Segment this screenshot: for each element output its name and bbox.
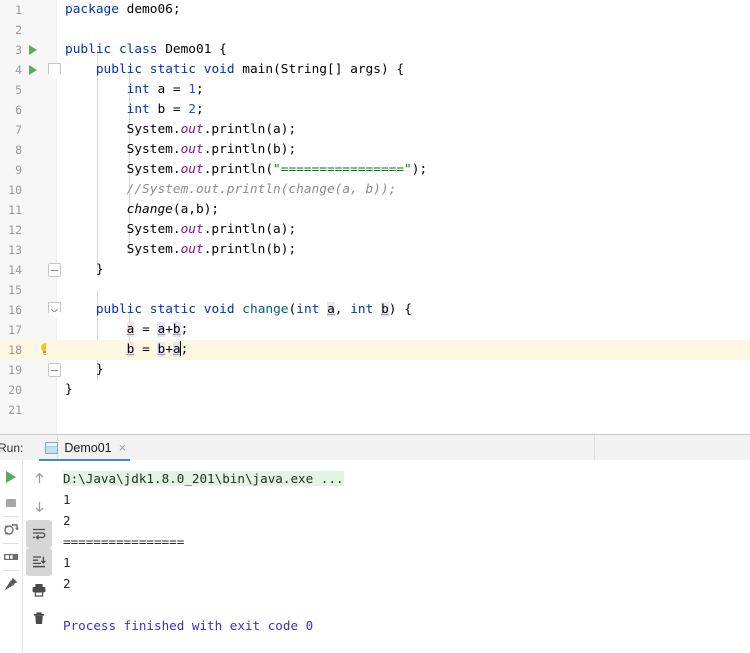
scroll-to-end-icon — [33, 556, 46, 568]
console-line: 1 — [63, 492, 71, 507]
console-line: ================ — [63, 534, 185, 549]
pin-icon — [4, 577, 18, 591]
console-tab-icon — [45, 441, 59, 454]
arrow-down-icon — [35, 501, 43, 512]
line-number: 1 — [15, 3, 22, 17]
clear-all-button[interactable] — [26, 604, 52, 632]
console-line: Process finished with exit code 0 — [63, 618, 314, 633]
code-line[interactable] — [57, 400, 750, 420]
code-line[interactable]: public static void main(String[] args) { — [57, 60, 750, 80]
line-number: 12 — [8, 223, 22, 237]
run-tool-body: D:\Java\jdk1.8.0_201\bin\java.exe ... 1 2 =… — [0, 460, 750, 653]
code-editor[interactable]: 1 2 3 4 5 6 7 8 9 10 11 12 13 14 15 16 17 18 19 20 21 packag… — [0, 0, 750, 434]
console-line: 2 — [63, 576, 71, 591]
rerun-debug-icon — [4, 524, 19, 535]
code-line[interactable]: } — [57, 380, 750, 400]
code-line[interactable]: System.out.println(b); — [57, 240, 750, 260]
line-number: 5 — [15, 83, 22, 97]
line-number: 11 — [8, 203, 22, 217]
arrow-up-icon — [35, 472, 43, 483]
code-line[interactable]: a = a+b; — [57, 320, 750, 340]
run-console-toolbar[interactable] — [22, 460, 55, 653]
line-number: 4 — [15, 63, 22, 77]
run-window-label: Run: — [0, 440, 24, 455]
code-line[interactable]: System.out.println(a); — [57, 220, 750, 240]
code-line[interactable]: System.out.println(b); — [57, 140, 750, 160]
code-line[interactable]: System.out.println("================"); — [57, 160, 750, 180]
layout-icon — [4, 554, 18, 560]
stop-button[interactable] — [0, 490, 22, 516]
soft-wrap-icon — [33, 528, 46, 540]
code-line[interactable]: public class Demo01 { — [57, 40, 750, 60]
stop-square-icon — [6, 499, 16, 507]
down-button[interactable] — [26, 492, 52, 520]
code-line[interactable]: System.out.println(a); — [57, 120, 750, 140]
printer-icon — [32, 584, 46, 597]
line-number: 19 — [8, 363, 22, 377]
code-line[interactable]: b = b+a; — [57, 340, 750, 360]
line-number: 2 — [15, 23, 22, 37]
run-gutter-icon[interactable] — [29, 65, 37, 75]
line-number: 6 — [15, 103, 22, 117]
print-button[interactable] — [26, 576, 52, 604]
code-line[interactable]: } — [57, 360, 750, 380]
line-number-column: 1 2 3 4 5 6 7 8 9 10 11 12 13 14 15 16 17 18 19 20 21 — [0, 0, 26, 420]
console-line: 2 — [63, 513, 71, 528]
console-line: D:\Java\jdk1.8.0_201\bin\java.exe ... — [63, 471, 344, 486]
code-line[interactable]: //System.out.println(change(a, b)); — [57, 180, 750, 200]
code-line[interactable]: } — [57, 260, 750, 280]
pin-tab-button[interactable] — [0, 571, 22, 597]
code-line[interactable]: public static void change(int a, int b) … — [57, 300, 750, 320]
run-tool-header: Run: Demo01 × — [0, 434, 750, 461]
run-left-toolbar[interactable] — [0, 460, 22, 653]
line-number: 15 — [8, 283, 22, 297]
line-number: 17 — [8, 323, 22, 337]
console-tab-label: Demo01 — [64, 440, 112, 455]
line-number: 21 — [8, 403, 22, 417]
code-line[interactable] — [57, 20, 750, 40]
run-gutter-icon[interactable] — [29, 45, 37, 55]
line-number: 14 — [8, 263, 22, 277]
line-number: 7 — [15, 123, 22, 137]
ide-window: 1 2 3 4 5 6 7 8 9 10 11 12 13 14 15 16 17 18 19 20 21 packag… — [0, 0, 750, 653]
code-line[interactable]: package demo06; — [57, 0, 750, 20]
line-number: 10 — [8, 183, 22, 197]
editor-gutter[interactable]: 1 2 3 4 5 6 7 8 9 10 11 12 13 14 15 16 17 18 19 20 21 — [0, 0, 64, 434]
rerun-button[interactable] — [0, 464, 22, 490]
line-number: 3 — [15, 43, 22, 57]
close-icon[interactable]: × — [119, 441, 127, 454]
code-line[interactable]: int b = 2; — [57, 100, 750, 120]
layout-settings-button[interactable] — [0, 544, 22, 570]
line-number: 20 — [8, 383, 22, 397]
play-icon — [6, 471, 16, 483]
trash-icon — [33, 612, 45, 624]
console-line: 1 — [63, 555, 71, 570]
soft-wrap-button[interactable] — [26, 520, 52, 548]
console-tab-demo01[interactable]: Demo01 × — [35, 435, 134, 461]
code-line[interactable] — [57, 280, 750, 300]
line-number: 13 — [8, 243, 22, 257]
line-number: 8 — [15, 143, 22, 157]
code-line[interactable]: change(a,b); — [57, 200, 750, 220]
line-number: 16 — [8, 303, 22, 317]
line-number: 18 — [0, 340, 26, 360]
code-line[interactable]: int a = 1; — [57, 80, 750, 100]
console-output[interactable]: D:\Java\jdk1.8.0_201\bin\java.exe ... 1 2 =… — [55, 460, 750, 653]
scroll-to-end-button[interactable] — [26, 548, 52, 576]
run-tool-window: Run: Demo01 × D:\Java\jdk1.8.0_201\bin\j… — [0, 434, 750, 653]
line-number: 9 — [15, 163, 22, 177]
up-button[interactable] — [26, 464, 52, 492]
code-content[interactable]: package demo06; public class Demo01 { pu… — [57, 0, 750, 434]
rerun-failed-tests-button[interactable] — [0, 517, 22, 543]
